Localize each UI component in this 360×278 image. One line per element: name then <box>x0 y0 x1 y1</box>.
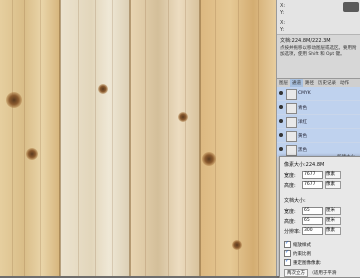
tab-paths[interactable]: 路径 <box>303 79 316 87</box>
check-icon <box>284 240 291 248</box>
doc-size-text: 文档:224.8M/222.3M <box>280 38 331 44</box>
resolution-row: 分辨率: 300 像素 <box>284 227 341 235</box>
doc-width-row: 宽度: 65 厘米 <box>284 207 341 215</box>
constrain-proportions-checkbox[interactable]: 约束比例 <box>284 249 311 257</box>
channel-thumbnail <box>286 103 297 114</box>
channel-thumbnail <box>286 89 297 100</box>
resample-desc: （适用于平滑 <box>309 271 337 276</box>
pixel-width-row: 宽度: 7677 像素 <box>284 171 341 179</box>
eye-icon[interactable] <box>279 119 283 123</box>
tab-channels[interactable]: 通道 <box>290 79 303 87</box>
pixel-unit-select[interactable]: 像素 <box>325 171 341 179</box>
eye-icon[interactable] <box>279 147 283 151</box>
width-label: 宽度: <box>284 172 296 179</box>
channel-thumbnail <box>286 145 297 156</box>
tab-layers[interactable]: 图层 <box>277 79 290 87</box>
eye-icon[interactable] <box>279 133 283 137</box>
channel-name: 洋红 <box>298 120 307 125</box>
channel-row[interactable]: CMYK <box>277 87 360 101</box>
resolution-input[interactable]: 300 <box>302 227 323 235</box>
resample-label: 重定图像像素: <box>293 261 322 266</box>
pixel-width-input[interactable]: 7677 <box>302 171 323 179</box>
wood-texture-canvas <box>0 0 276 276</box>
channel-name: 青色 <box>298 106 307 111</box>
eye-icon[interactable] <box>279 91 283 95</box>
scale-styles-label: 缩放样式 <box>293 243 311 248</box>
panel-menu-icon[interactable] <box>343 2 359 12</box>
doc-height-row: 高度: 65 厘米 <box>284 217 341 225</box>
pixel-unit-select-2[interactable]: 像素 <box>325 181 341 189</box>
doc-size-label: 文档大小: <box>284 198 306 204</box>
cm-unit-select-2[interactable]: 厘米 <box>325 217 341 225</box>
doc-height-input[interactable]: 65 <box>302 217 323 225</box>
constrain-label: 约束比例 <box>293 252 311 257</box>
check-icon <box>284 249 291 257</box>
channel-thumbnail <box>286 117 297 128</box>
resolution-label: 分辨率: <box>284 228 301 235</box>
channels-panel: 图层 通道 路径 历史记录 动作 CMYK 青色 洋红 黄色 黑色 <box>277 78 360 157</box>
tab-actions[interactable]: 动作 <box>338 79 351 87</box>
channel-name: CMYK <box>298 91 311 96</box>
resample-checkbox[interactable]: 重定图像像素: <box>284 258 322 266</box>
scale-styles-checkbox[interactable]: 缩放样式 <box>284 240 311 248</box>
channel-name: 黑色 <box>298 148 307 153</box>
info-panel: X: Y: X: Y: <box>277 0 360 35</box>
doc-height-label: 高度: <box>284 218 296 225</box>
eye-icon[interactable] <box>279 105 283 109</box>
doc-width-input[interactable]: 65 <box>302 207 323 215</box>
x-label: X: <box>280 3 286 9</box>
channel-row[interactable]: 黄色 <box>277 129 360 143</box>
pixel-height-row: 高度: 7677 像素 <box>284 181 341 189</box>
res-unit-select[interactable]: 像素 <box>325 227 341 235</box>
pixel-height-input[interactable]: 7677 <box>302 181 323 189</box>
tab-history[interactable]: 历史记录 <box>316 79 338 87</box>
cm-unit-select[interactable]: 厘米 <box>325 207 341 215</box>
hint-text: 点按并拖移以移动图层或选区。要用附加选项，使用 Shift 和 Opt 键。 <box>280 46 357 57</box>
height-label: 高度: <box>284 182 296 189</box>
x-label-2: X: <box>280 20 286 26</box>
check-icon <box>284 258 291 266</box>
y-label-2: Y: <box>280 27 285 33</box>
doc-width-label: 宽度: <box>284 208 296 215</box>
channel-name: 黄色 <box>298 134 307 139</box>
channel-row[interactable]: 洋红 <box>277 115 360 129</box>
channel-row[interactable]: 青色 <box>277 101 360 115</box>
y-label: Y: <box>280 10 285 16</box>
image-size-dialog: 像素大小:224.8M 宽度: 7677 像素 高度: 7677 像素 文档大小: 宽度… <box>279 156 360 278</box>
pixel-dimensions-label: 像素大小:224.8M <box>284 162 325 168</box>
channel-thumbnail <box>286 131 297 142</box>
panel-tabs: 图层 通道 路径 历史记录 动作 <box>277 79 360 87</box>
